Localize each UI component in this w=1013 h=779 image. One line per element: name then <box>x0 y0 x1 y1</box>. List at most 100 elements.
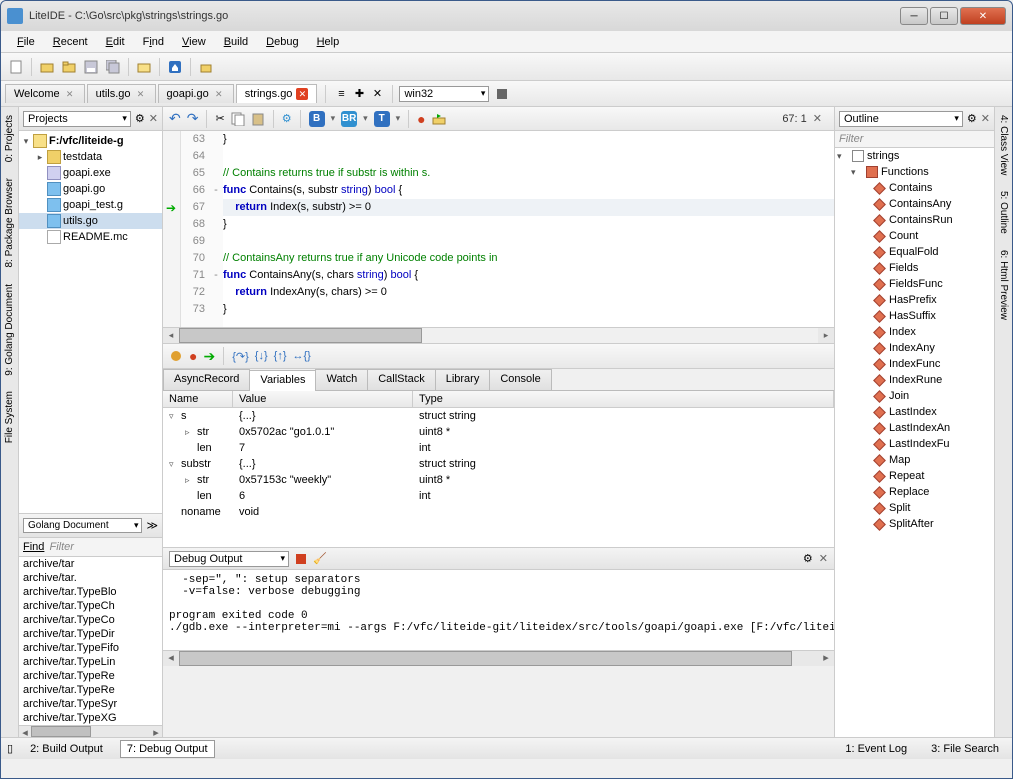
vtab-package-browser[interactable]: 8: Package Browser <box>3 174 16 272</box>
close-tab-icon[interactable]: ✕ <box>213 88 225 100</box>
debug-tab-watch[interactable]: Watch <box>315 369 368 390</box>
outline-fn[interactable]: HasPrefix <box>835 292 994 308</box>
var-row[interactable]: ▿s{...}struct string <box>163 408 834 424</box>
menu-recent[interactable]: Recent <box>45 34 96 50</box>
outline-fn[interactable]: Index <box>835 324 994 340</box>
open-file-icon[interactable] <box>38 58 56 76</box>
outline-tree[interactable]: ▾strings ▾Functions ContainsContainsAnyC… <box>835 148 994 737</box>
outline-fn[interactable]: Repeat <box>835 468 994 484</box>
outline-fn[interactable]: ContainsRun <box>835 212 994 228</box>
var-row[interactable]: ▹str0x5702ac "go1.0.1"uint8 * <box>163 424 834 440</box>
open-folder-icon[interactable] <box>60 58 78 76</box>
doc-item[interactable]: archive/tar.TypeSyr <box>19 697 162 711</box>
menu-debug[interactable]: Debug <box>258 34 306 50</box>
save-icon[interactable] <box>82 58 100 76</box>
var-row[interactable]: ▿substr{...}struct string <box>163 456 834 472</box>
tree-item[interactable]: goapi.exe <box>19 165 162 181</box>
sb-file-search[interactable]: 3: File Search <box>924 740 1006 758</box>
step-into-icon[interactable]: {↓} <box>255 350 268 362</box>
outline-fn[interactable]: LastIndex <box>835 404 994 420</box>
record-icon[interactable]: ● <box>417 111 425 127</box>
menu-build[interactable]: Build <box>216 34 256 50</box>
var-row[interactable]: nonamevoid <box>163 504 834 520</box>
output-hscroll[interactable]: ◂▸ <box>163 650 834 666</box>
outline-fn[interactable]: Split <box>835 500 994 516</box>
var-row[interactable]: len6int <box>163 488 834 504</box>
outline-fn[interactable]: FieldsFunc <box>835 276 994 292</box>
tree-root[interactable]: ▾F:/vfc/liteide-g <box>19 133 162 149</box>
vtab-class-view[interactable]: 4: Class View <box>997 111 1010 179</box>
code-editor[interactable]: ➔ 6364656667686970717273 -- } // Contain… <box>163 131 834 327</box>
panel-close-icon[interactable]: ✕ <box>981 112 990 125</box>
close-tab-icon[interactable]: ✕ <box>64 88 76 100</box>
editor-close-icon[interactable]: ✕ <box>813 112 822 125</box>
cut-icon[interactable]: ✂ <box>215 112 224 125</box>
outline-fn[interactable]: Map <box>835 452 994 468</box>
home-icon[interactable] <box>166 58 184 76</box>
variables-table[interactable]: Name Value Type ▿s{...}struct string▹str… <box>163 391 834 547</box>
gear-icon[interactable]: ⚙ <box>803 552 813 565</box>
vtab-file-system[interactable]: File System <box>3 387 16 447</box>
outline-fn[interactable]: IndexAny <box>835 340 994 356</box>
doc-item[interactable]: archive/tar.TypeBlo <box>19 585 162 599</box>
doc-item[interactable]: archive/tar.TypeCh <box>19 599 162 613</box>
new-file-icon[interactable] <box>7 58 25 76</box>
doc-item[interactable]: archive/tar.TypeRe <box>19 669 162 683</box>
menu-find[interactable]: Find <box>135 34 172 50</box>
debug-tab-asyncrecord[interactable]: AsyncRecord <box>163 369 250 390</box>
build-badge-icon[interactable]: B <box>309 111 325 127</box>
step-over-icon[interactable]: {↷} <box>232 350 249 363</box>
doc-item[interactable]: archive/tar.TypeDir <box>19 627 162 641</box>
tab-utils[interactable]: utils.go✕ <box>87 84 156 103</box>
tab-close-all-icon[interactable]: ✕ <box>368 85 386 103</box>
projects-combo[interactable]: Projects <box>23 111 131 127</box>
project-tree[interactable]: ▾F:/vfc/liteide-g ▸testdata goapi.exe go… <box>19 131 162 513</box>
panel-close-icon[interactable]: ✕ <box>819 552 828 565</box>
golang-doc-combo[interactable]: Golang Document <box>23 518 142 533</box>
tab-add-icon[interactable]: ✚ <box>350 85 368 103</box>
outline-fn[interactable]: Count <box>835 228 994 244</box>
outline-fn[interactable]: Join <box>835 388 994 404</box>
col-value[interactable]: Value <box>233 391 413 407</box>
stop-output-icon[interactable] <box>295 553 307 565</box>
menu-edit[interactable]: Edit <box>98 34 133 50</box>
outline-fn[interactable]: ContainsAny <box>835 196 994 212</box>
debug-start-icon[interactable] <box>169 349 183 363</box>
outline-fn[interactable]: EqualFold <box>835 244 994 260</box>
play-icon[interactable] <box>432 112 446 126</box>
paste-icon[interactable] <box>251 112 265 126</box>
debug-tab-library[interactable]: Library <box>435 369 491 390</box>
menu-file[interactable]: File <box>9 34 43 50</box>
vtab-html-preview[interactable]: 6: Html Preview <box>997 246 1010 324</box>
doc-item[interactable]: archive/tar.TypeXG <box>19 711 162 725</box>
debug-tab-callstack[interactable]: CallStack <box>367 369 435 390</box>
outline-fn[interactable]: HasSuffix <box>835 308 994 324</box>
doc-hscroll[interactable]: ◂▸ <box>19 725 162 737</box>
doc-item[interactable]: archive/tar.TypeLin <box>19 655 162 669</box>
menu-help[interactable]: Help <box>309 34 348 50</box>
redo-icon[interactable]: ↷ <box>187 110 199 127</box>
tree-item[interactable]: goapi.go <box>19 181 162 197</box>
tree-item[interactable]: goapi_test.g <box>19 197 162 213</box>
outline-fn[interactable]: IndexFunc <box>835 356 994 372</box>
outline-combo[interactable]: Outline <box>839 111 963 127</box>
step-icon[interactable]: ↔{} <box>293 350 311 362</box>
sb-debug-output[interactable]: 7: Debug Output <box>120 740 215 758</box>
var-row[interactable]: ▹str0x57153c "weekly"uint8 * <box>163 472 834 488</box>
maximize-button[interactable]: ☐ <box>930 7 958 25</box>
editor-hscroll[interactable]: ◂▸ <box>163 327 834 343</box>
outline-filter[interactable]: Filter <box>835 131 994 148</box>
test-badge-icon[interactable]: T <box>374 111 390 127</box>
close-tab-icon[interactable]: ✕ <box>135 88 147 100</box>
settings-icon[interactable]: ⚙ <box>282 112 292 125</box>
step-out-icon[interactable]: {↑} <box>274 350 287 362</box>
vtab-projects[interactable]: 0: Projects <box>3 111 16 166</box>
vtab-golang-document[interactable]: 9: Golang Document <box>3 280 16 380</box>
outline-fn[interactable]: IndexRune <box>835 372 994 388</box>
doc-item[interactable]: archive/tar. <box>19 571 162 585</box>
outline-root[interactable]: ▾strings <box>835 148 994 164</box>
wizard-icon[interactable] <box>135 58 153 76</box>
tab-goapi[interactable]: goapi.go✕ <box>158 84 234 103</box>
tab-strings[interactable]: strings.go✕ <box>236 84 318 103</box>
var-row[interactable]: len7int <box>163 440 834 456</box>
